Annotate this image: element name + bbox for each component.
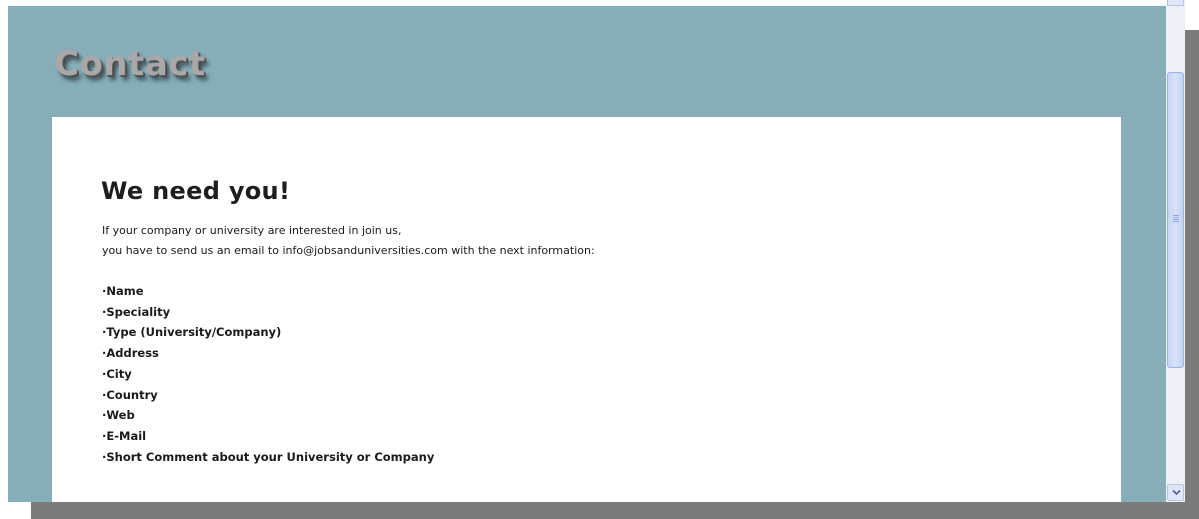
list-item: ·Name	[102, 284, 144, 298]
content-card: We need you! If your company or universi…	[52, 117, 1121, 502]
page-shadow-bottom	[31, 502, 1199, 519]
list-item: ·Web	[102, 408, 135, 423]
chevron-down-icon	[1172, 489, 1181, 496]
intro-text: If your company or university are intere…	[102, 221, 595, 261]
intro-line: If your company or university are intere…	[102, 224, 402, 237]
page-title: Contact	[54, 44, 206, 84]
list-item: ·Type (University/Company)	[102, 325, 282, 340]
list-item: ·Speciality	[102, 304, 171, 319]
list-item: ·E-Mail	[102, 428, 147, 443]
list-item: ·Short Comment about your University or …	[102, 449, 435, 464]
list-item: ·Country	[102, 387, 158, 402]
vertical-scrollbar[interactable]	[1166, 0, 1185, 502]
scroll-down-button[interactable]	[1167, 484, 1184, 501]
intro-line: you have to send us an email to info@job…	[102, 244, 595, 257]
scrollbar-thumb[interactable]	[1167, 72, 1184, 368]
section-heading: We need you!	[101, 177, 291, 205]
list-item: ·City	[102, 366, 132, 381]
list-item: ·Address	[102, 346, 159, 361]
page-viewport: Contact We need you! If your company or …	[8, 6, 1166, 502]
required-info-list: ·Name ·Speciality ·Type (University/Comp…	[102, 281, 434, 467]
scroll-up-button[interactable]	[1167, 0, 1184, 6]
page-shadow-right	[1184, 30, 1199, 519]
grip-icon	[1173, 215, 1179, 222]
